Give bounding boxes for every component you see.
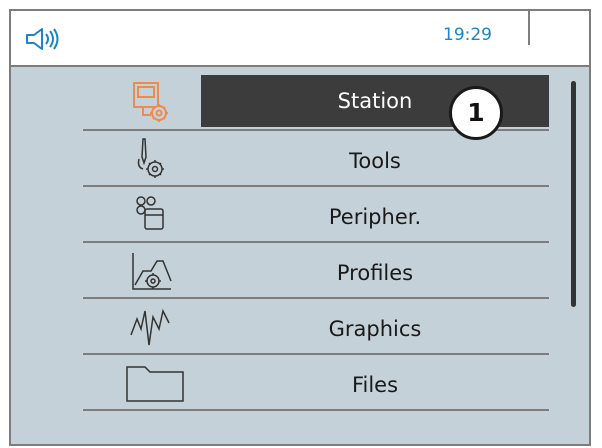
- scrollbar[interactable]: [571, 81, 576, 307]
- callout-number: 1: [449, 86, 503, 140]
- graphics-icon: [130, 308, 170, 346]
- peripherals-icon: [136, 196, 164, 230]
- menu-item-label: Files: [351, 373, 399, 397]
- menu-item-label: Graphics: [328, 317, 422, 341]
- menu-item-files[interactable]: Files: [83, 355, 549, 411]
- menu-item-label: Profiles: [336, 261, 414, 285]
- folder-icon: [126, 366, 184, 402]
- tools-settings-icon: [137, 138, 164, 178]
- station-settings-icon: [133, 82, 168, 122]
- status-bar: 19:29: [11, 11, 589, 67]
- menu-item-label: Peripher.: [328, 205, 422, 229]
- clock-time: 19:29: [443, 25, 492, 45]
- menu-item-label: Tools: [349, 149, 401, 173]
- speaker-icon[interactable]: [25, 27, 61, 51]
- device-screen: 19:29 Station Tools Peripher. Profiles G…: [9, 9, 591, 446]
- menu-item-peripherals[interactable]: Peripher.: [83, 187, 549, 243]
- menu-item-graphics[interactable]: Graphics: [83, 299, 549, 355]
- profiles-settings-icon: [132, 253, 172, 290]
- status-divider: [528, 11, 530, 45]
- menu-item-profiles[interactable]: Profiles: [83, 243, 549, 299]
